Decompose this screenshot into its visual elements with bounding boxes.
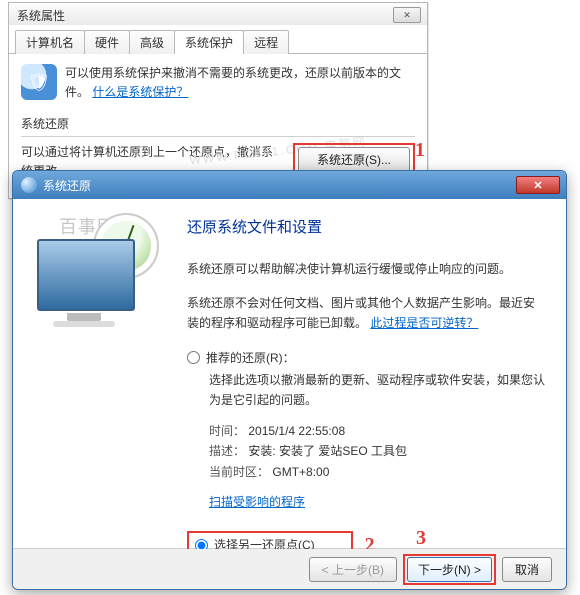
close-icon[interactable]: ✕	[393, 7, 421, 23]
wizard-footer: 3 < 上一步(B) 下一步(N) > 取消	[13, 549, 566, 589]
restore-point-details: 时间： 2015/1/4 22:55:08 描述： 安装: 安装了 爱站SEO …	[209, 421, 546, 513]
system-restore-wizard-window: 系统还原 ✕ 百事网 还原系统文件和设置 系统还原可以帮助解决使计算机运行缓慢或…	[12, 170, 567, 590]
scan-affected-programs-link[interactable]: 扫描受影响的程序	[209, 495, 305, 509]
wizard-title: 系统还原	[43, 177, 91, 194]
timezone-value: GMT+8:00	[272, 465, 329, 479]
wizard-body: 百事网 还原系统文件和设置 系统还原可以帮助解决使计算机运行缓慢或停止响应的问题…	[13, 199, 566, 549]
what-is-system-protection-link[interactable]: 什么是系统保护？	[92, 85, 188, 99]
monitor-clock-icon	[33, 213, 163, 333]
back-button: < 上一步(B)	[309, 557, 397, 582]
tab-row: 计算机名 硬件 高级 系统保护 远程	[9, 25, 427, 54]
system-restore-button[interactable]: 系统还原(S)...	[298, 147, 410, 172]
time-label: 时间：	[209, 424, 245, 438]
tab-remote[interactable]: 远程	[243, 30, 289, 54]
close-icon[interactable]: ✕	[516, 176, 560, 194]
window-title: 系统属性	[17, 7, 65, 24]
timezone-label: 当前时区：	[209, 465, 269, 479]
wizard-heading: 还原系统文件和设置	[187, 215, 546, 241]
titlebar: 系统属性 ✕	[9, 3, 427, 25]
tab-computer-name[interactable]: 计算机名	[15, 30, 85, 54]
is-reversible-link[interactable]: 此过程是否可逆转？	[370, 316, 478, 330]
wizard-content: 还原系统文件和设置 系统还原可以帮助解决使计算机运行缓慢或停止响应的问题。 系统…	[183, 199, 566, 548]
annotation-3: 3	[416, 527, 426, 550]
cancel-button[interactable]: 取消	[502, 557, 552, 582]
tab-hardware[interactable]: 硬件	[84, 30, 130, 54]
divider	[21, 136, 415, 137]
annotation-box-3: 下一步(N) >	[403, 554, 496, 585]
recommended-restore-radio[interactable]: 推荐的还原(R)：	[187, 348, 546, 368]
annotation-1: 1	[415, 139, 425, 162]
recommended-restore-radio-input[interactable]	[187, 351, 200, 364]
protection-info: 🛡 可以使用系统保护来撤消不需要的系统更改，还原以前版本的文件。 什么是系统保护…	[21, 64, 415, 101]
desc-label: 描述：	[209, 444, 245, 458]
next-button[interactable]: 下一步(N) >	[407, 557, 492, 582]
tab-advanced[interactable]: 高级	[129, 30, 175, 54]
tab-system-protection[interactable]: 系统保护	[174, 30, 244, 54]
recommended-restore-desc: 选择此选项以撤消最新的更新、驱动程序或软件安装，如果您认为是它引起的问题。	[209, 370, 546, 411]
recommended-restore-label: 推荐的还原(R)：	[206, 348, 295, 368]
monitor-icon	[37, 239, 135, 311]
system-restore-group-label: 系统还原	[21, 115, 415, 132]
desc-value: 安装: 安装了 爱站SEO 工具包	[248, 444, 407, 458]
wizard-titlebar: 系统还原 ✕	[13, 171, 566, 199]
wizard-paragraph-2: 系统还原不会对任何文档、图片或其他个人数据产生影响。最近安装的程序和驱动程序可能…	[187, 293, 546, 334]
restore-icon	[21, 177, 37, 193]
time-value: 2015/1/4 22:55:08	[248, 424, 345, 438]
shield-icon: 🛡	[21, 64, 57, 100]
wizard-paragraph-1: 系统还原可以帮助解决使计算机运行缓慢或停止响应的问题。	[187, 259, 546, 279]
protection-text: 可以使用系统保护来撤消不需要的系统更改，还原以前版本的文件。 什么是系统保护？	[65, 64, 415, 101]
wizard-sidebar: 百事网	[13, 199, 183, 548]
